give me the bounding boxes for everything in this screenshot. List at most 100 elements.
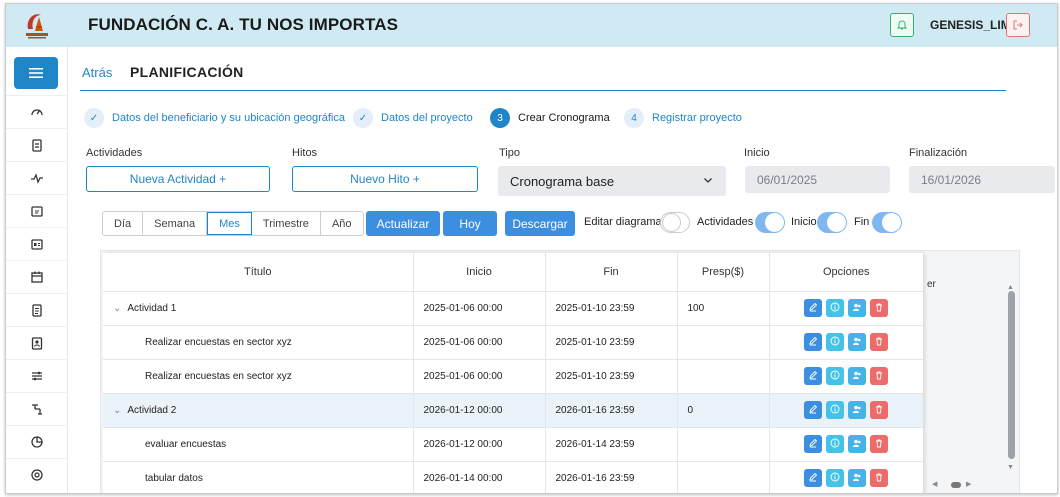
sidebar-item-document[interactable] (6, 293, 68, 325)
assign-users-button[interactable] (848, 435, 867, 453)
new-activity-button[interactable]: Nueva Actividad + (86, 166, 270, 192)
table-row[interactable]: Realizar encuestas en sector xyz 2025-01-… (103, 325, 923, 360)
assign-users-button[interactable] (848, 401, 867, 419)
step-registrar[interactable]: 4 Registrar proyecto (624, 108, 742, 128)
cell-start: 2025-01-06 00:00 (413, 359, 546, 394)
sidebar-item-pie-chart[interactable] (6, 425, 68, 457)
sliders-icon (32, 371, 42, 380)
pie-chart-icon (31, 435, 43, 448)
check-icon: ✓ (84, 108, 104, 128)
assign-users-button[interactable] (848, 299, 867, 317)
sidebar-item-folder[interactable] (6, 194, 68, 226)
back-link[interactable]: Atrás (82, 65, 112, 80)
vertical-scrollbar[interactable] (1008, 291, 1015, 459)
notifications-button[interactable] (890, 13, 914, 37)
end-toggle[interactable] (872, 212, 902, 233)
cell-end: 2026-01-14 23:59 (545, 427, 678, 462)
view-quarter-button[interactable]: Trimestre (251, 212, 321, 235)
schedule-type-select[interactable]: Cronograma base (498, 166, 726, 196)
view-mode-group: Día Semana Mes Trimestre Año (102, 211, 364, 236)
view-month-button[interactable]: Mes (207, 212, 252, 235)
assign-users-button[interactable] (848, 469, 867, 487)
sidebar-item-id-card[interactable] (6, 227, 68, 259)
view-year-button[interactable]: Año (320, 212, 363, 235)
delete-button[interactable] (870, 435, 889, 453)
edit-button[interactable] (804, 401, 823, 419)
info-button[interactable] (826, 469, 845, 487)
info-button[interactable] (826, 333, 845, 351)
sidebar-item-sliders[interactable] (6, 359, 68, 391)
activities-toggle[interactable] (755, 212, 785, 233)
table-row[interactable]: tabular datos 2026-01-14 00:00 2026-01-16 … (103, 461, 923, 493)
column-header-budget[interactable]: Presp($) (677, 253, 770, 292)
column-header-end[interactable]: Fin (545, 253, 678, 292)
sidebar-item-calendar[interactable] (6, 260, 68, 292)
step-number: 3 (490, 108, 510, 128)
view-day-button[interactable]: Día (103, 212, 144, 235)
table-row[interactable]: Realizar encuestas en sector xyz 2025-01-… (103, 359, 923, 394)
edit-button[interactable] (804, 333, 823, 351)
sidebar-item-settings[interactable] (6, 458, 68, 490)
delete-button[interactable] (870, 333, 889, 351)
edit-button[interactable] (804, 469, 823, 487)
assign-users-button[interactable] (848, 367, 867, 385)
edit-diagram-toggle[interactable] (660, 212, 690, 233)
expand-chevron-icon[interactable]: ⌄ (113, 405, 121, 416)
sidebar-item-contact[interactable] (6, 326, 68, 358)
table-row[interactable]: ⌄ Actividad 2 2026-01-12 00:00 2026-01-16 2… (103, 393, 923, 428)
info-button[interactable] (826, 299, 845, 317)
table-row[interactable]: evaluar encuestas 2026-01-12 00:00 2026-01… (103, 427, 923, 462)
delete-button[interactable] (870, 299, 889, 317)
scroll-left-arrow[interactable]: ◀ (932, 480, 937, 488)
cell-title: evaluar encuestas (103, 427, 414, 462)
edit-icon (808, 336, 818, 349)
cell-title: ⌄ Actividad 1 (103, 291, 414, 326)
user-name[interactable]: GENESIS_LIM (930, 18, 1011, 32)
step-beneficiario[interactable]: ✓ Datos del beneficiario y su ubicación … (84, 108, 345, 128)
step-cronograma[interactable]: 3 Crear Cronograma (490, 108, 610, 128)
scroll-down-arrow[interactable]: ▼ (1007, 464, 1014, 471)
edit-icon (808, 404, 818, 417)
info-button[interactable] (826, 401, 845, 419)
menu-toggle-button[interactable] (14, 57, 58, 89)
edit-button[interactable] (804, 367, 823, 385)
network-icon (32, 403, 42, 415)
cell-start: 2026-01-14 00:00 (413, 461, 546, 493)
organization-name: FUNDACIÓN C. A. TU NOS IMPORTAS (88, 15, 399, 34)
step-number: 4 (624, 108, 644, 128)
view-week-button[interactable]: Semana (143, 212, 208, 235)
start-label: Inicio (791, 216, 817, 228)
delete-button[interactable] (870, 469, 889, 487)
tipo-label: Tipo (499, 147, 520, 159)
trash-icon (874, 370, 884, 383)
scroll-up-arrow[interactable]: ▲ (1007, 284, 1014, 291)
column-header-title[interactable]: Título (103, 253, 414, 292)
delete-button[interactable] (870, 367, 889, 385)
info-button[interactable] (826, 435, 845, 453)
logout-icon (1013, 20, 1023, 30)
column-header-start[interactable]: Inicio (413, 253, 546, 292)
sidebar-item-network[interactable] (6, 392, 68, 424)
logout-button[interactable] (1006, 13, 1030, 37)
step-proyecto[interactable]: ✓ Datos del proyecto (353, 108, 473, 128)
sidebar-item-clipboard[interactable] (6, 128, 68, 160)
download-button[interactable]: Descargar (505, 211, 575, 236)
edit-button[interactable] (804, 299, 823, 317)
new-milestone-button[interactable]: Nuevo Hito + (292, 166, 478, 192)
delete-button[interactable] (870, 401, 889, 419)
info-button[interactable] (826, 367, 845, 385)
sidebar-item-activity[interactable] (6, 161, 68, 193)
start-toggle[interactable] (817, 212, 847, 233)
expand-chevron-icon[interactable]: ⌄ (113, 303, 121, 314)
today-button[interactable]: Hoy (443, 211, 497, 236)
step-label: Crear Cronograma (518, 112, 610, 124)
table-row[interactable]: ⌄ Actividad 1 2025-01-06 00:00 2025-01-10 2… (103, 291, 923, 326)
horizontal-scrollbar[interactable] (951, 482, 961, 488)
edit-diagram-label: Editar diagrama (584, 216, 662, 228)
sidebar-item-dashboard[interactable] (6, 95, 68, 127)
edit-button[interactable] (804, 435, 823, 453)
scroll-right-arrow[interactable]: ▶ (966, 480, 971, 488)
id-card-icon (31, 238, 43, 250)
refresh-button[interactable]: Actualizar (366, 211, 440, 236)
assign-users-button[interactable] (848, 333, 867, 351)
